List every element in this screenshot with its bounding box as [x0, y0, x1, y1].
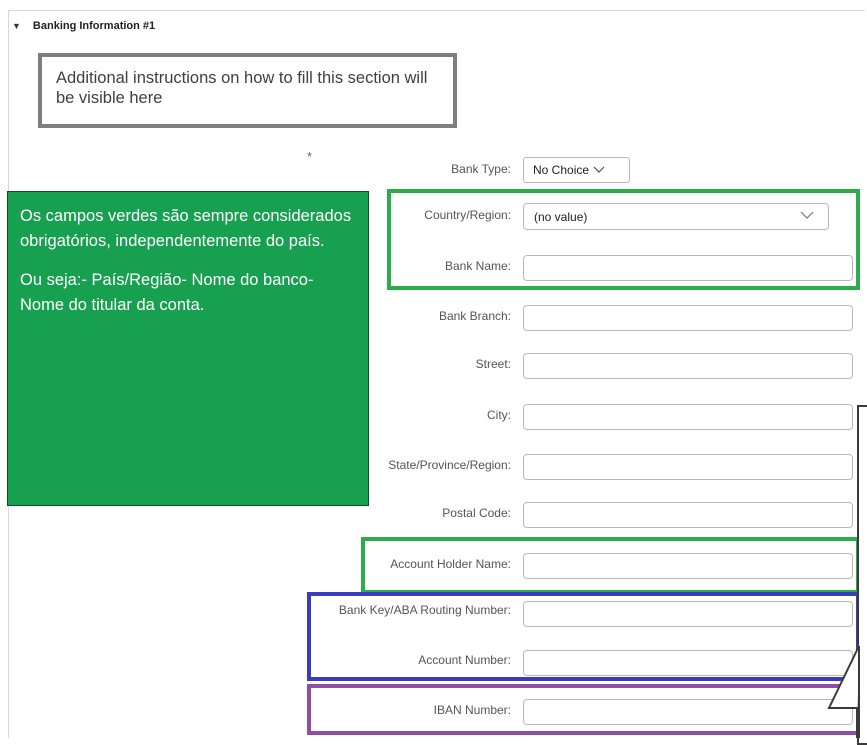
- city-label: City:: [487, 408, 511, 422]
- bank-type-label: Bank Type:: [451, 162, 511, 176]
- city-input[interactable]: [523, 404, 853, 430]
- collapse-caret-icon[interactable]: ▼: [12, 21, 21, 31]
- required-fields-highlight-account-holder: [361, 537, 860, 594]
- bank-branch-label: Bank Branch:: [438, 309, 511, 323]
- street-input[interactable]: [523, 353, 853, 379]
- required-marker: *: [307, 149, 313, 164]
- state-input[interactable]: [523, 454, 853, 480]
- iban-highlight: [307, 684, 860, 735]
- annotation-paragraph-1: Os campos verdes são sempre considerados…: [20, 207, 352, 250]
- annotation-paragraph-2: Ou seja:- País/Região- Nome do banco- No…: [20, 271, 314, 314]
- bank-type-select[interactable]: No Choice: [523, 157, 630, 183]
- section-header[interactable]: ▼ Banking Information #1: [12, 20, 155, 32]
- instructions-box: Additional instructions on how to fill t…: [38, 53, 457, 128]
- postal-code-input[interactable]: [523, 502, 853, 528]
- chevron-down-icon: [593, 166, 605, 174]
- required-fields-highlight-country-bank: [387, 189, 860, 290]
- section-title: Banking Information #1: [32, 20, 156, 32]
- bank-key-account-highlight: [307, 592, 860, 681]
- postal-code-label: Postal Code:: [442, 506, 511, 520]
- annotation-callout: Os campos verdes são sempre considerados…: [7, 191, 369, 506]
- bank-branch-input[interactable]: [523, 305, 853, 331]
- bank-type-value: No Choice: [533, 163, 590, 177]
- state-label: State/Province/Region:: [388, 458, 511, 472]
- callout-pointer: [827, 645, 860, 738]
- street-label: Street:: [475, 357, 511, 371]
